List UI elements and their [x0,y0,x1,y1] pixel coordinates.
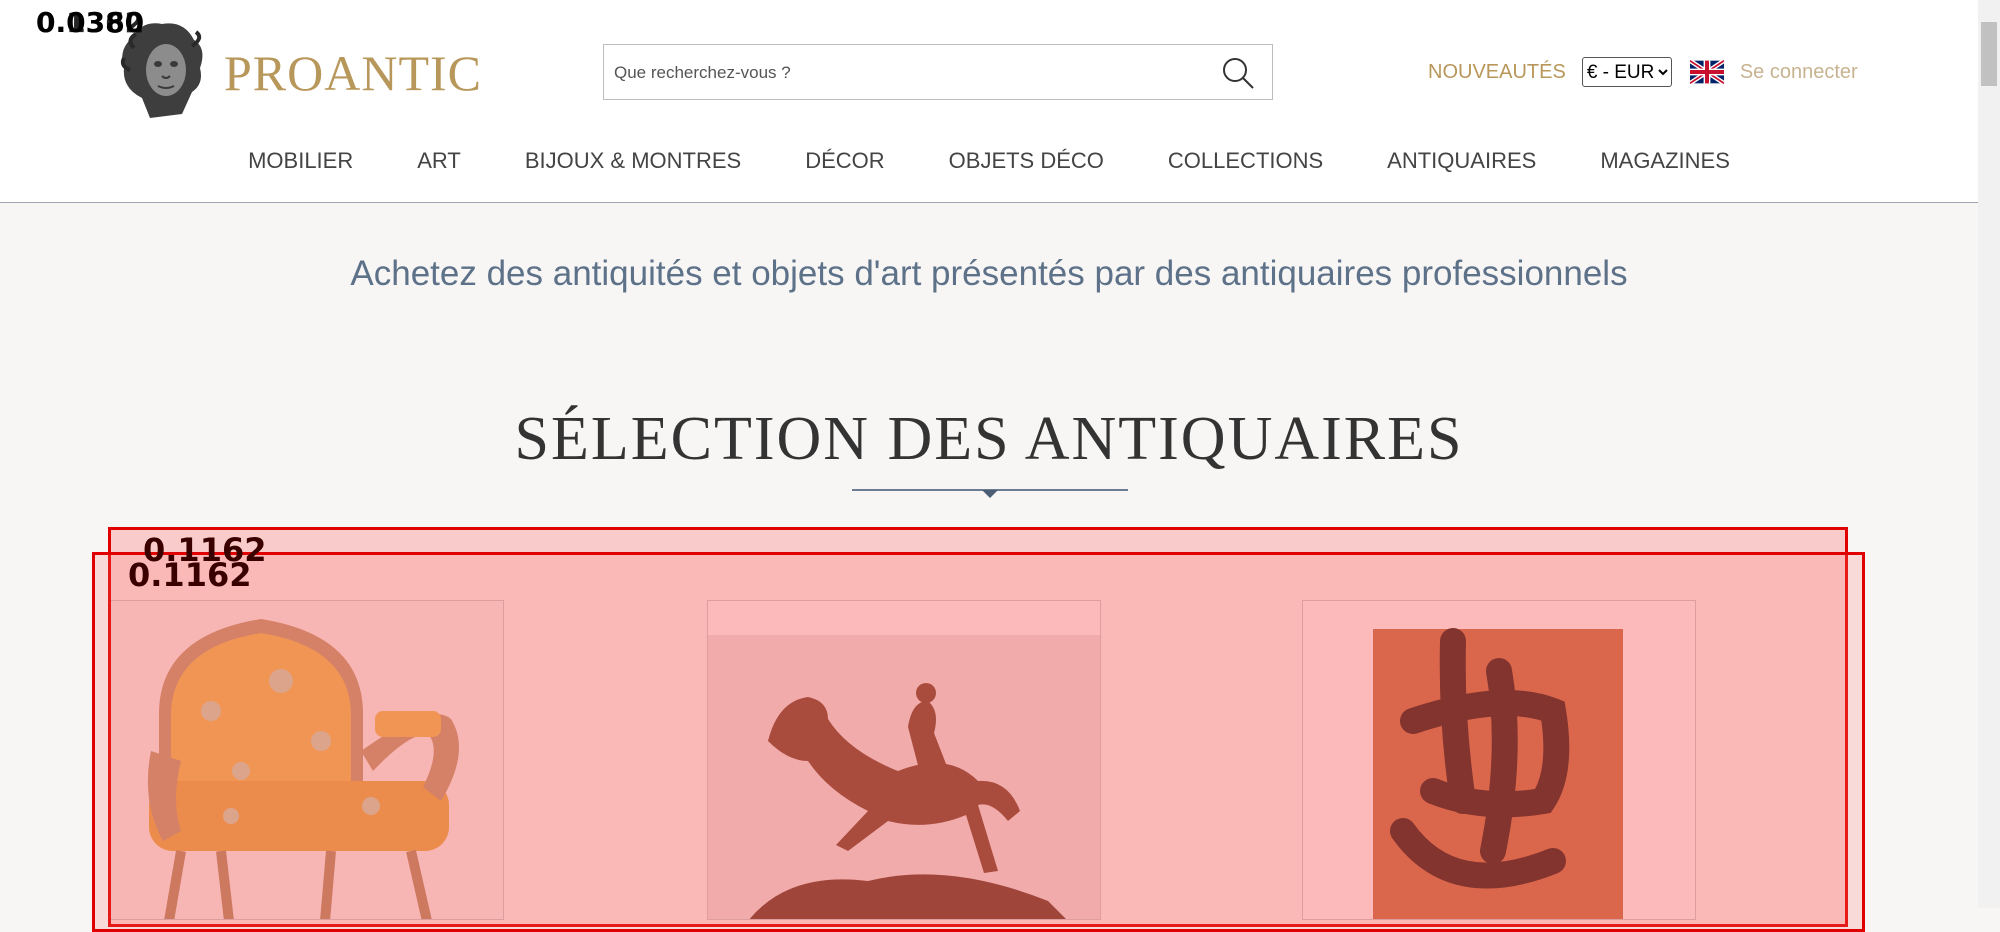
top-right-menu: NOUVEAUTÉS € - EUR Se connecter [1428,56,1858,88]
product-card-sculpture[interactable] [707,600,1101,920]
uk-flag-icon[interactable] [1689,59,1724,85]
currency-select[interactable]: € - EUR [1581,57,1672,87]
product-card-sofa[interactable] [110,600,504,920]
louis-xv-sofa-image[interactable] [111,601,504,920]
overlay-label: 0.1162 [128,556,252,594]
overlay-label: 0.1362 [36,6,145,39]
nav-item-art[interactable]: ART [417,148,461,174]
search-icon[interactable] [1220,55,1256,91]
nav-item-antiquaires[interactable]: ANTIQUAIRES [1387,148,1536,174]
search-box [603,44,1273,100]
tagline: Achetez des antiquités et objets d'art p… [350,254,1628,293]
search-input[interactable] [612,51,1206,95]
product-card-painting[interactable] [1302,600,1696,920]
nav-item-mobilier[interactable]: MOBILIER [248,148,353,174]
brand-name[interactable]: PROANTIC [224,44,482,102]
divider-arrow-icon [982,490,998,498]
section-title: SÉLECTION DES ANTIQUAIRES [514,405,1464,473]
new-arrivals-link[interactable]: NOUVEAUTÉS [1428,61,1566,84]
page-scrollbar[interactable] [1978,0,2000,908]
scrollbar-thumb[interactable] [1981,22,1997,86]
nav-item-objets-deco[interactable]: OBJETS DÉCO [949,148,1104,174]
main-nav: MOBILIER ART BIJOUX & MONTRES DÉCOR OBJE… [0,148,1978,174]
nav-item-bijoux-montres[interactable]: BIJOUX & MONTRES [525,148,741,174]
bronze-horse-rider-sculpture-image[interactable] [708,601,1101,920]
nav-item-collections[interactable]: COLLECTIONS [1168,148,1323,174]
site-header: PROANTIC NOUVEAUTÉS € - EUR Se connecter… [0,0,1978,203]
nav-item-decor[interactable]: DÉCOR [805,148,884,174]
calligraphy-painting-image[interactable] [1303,601,1696,920]
nav-item-magazines[interactable]: MAGAZINES [1600,148,1730,174]
login-link[interactable]: Se connecter [1740,61,1858,84]
